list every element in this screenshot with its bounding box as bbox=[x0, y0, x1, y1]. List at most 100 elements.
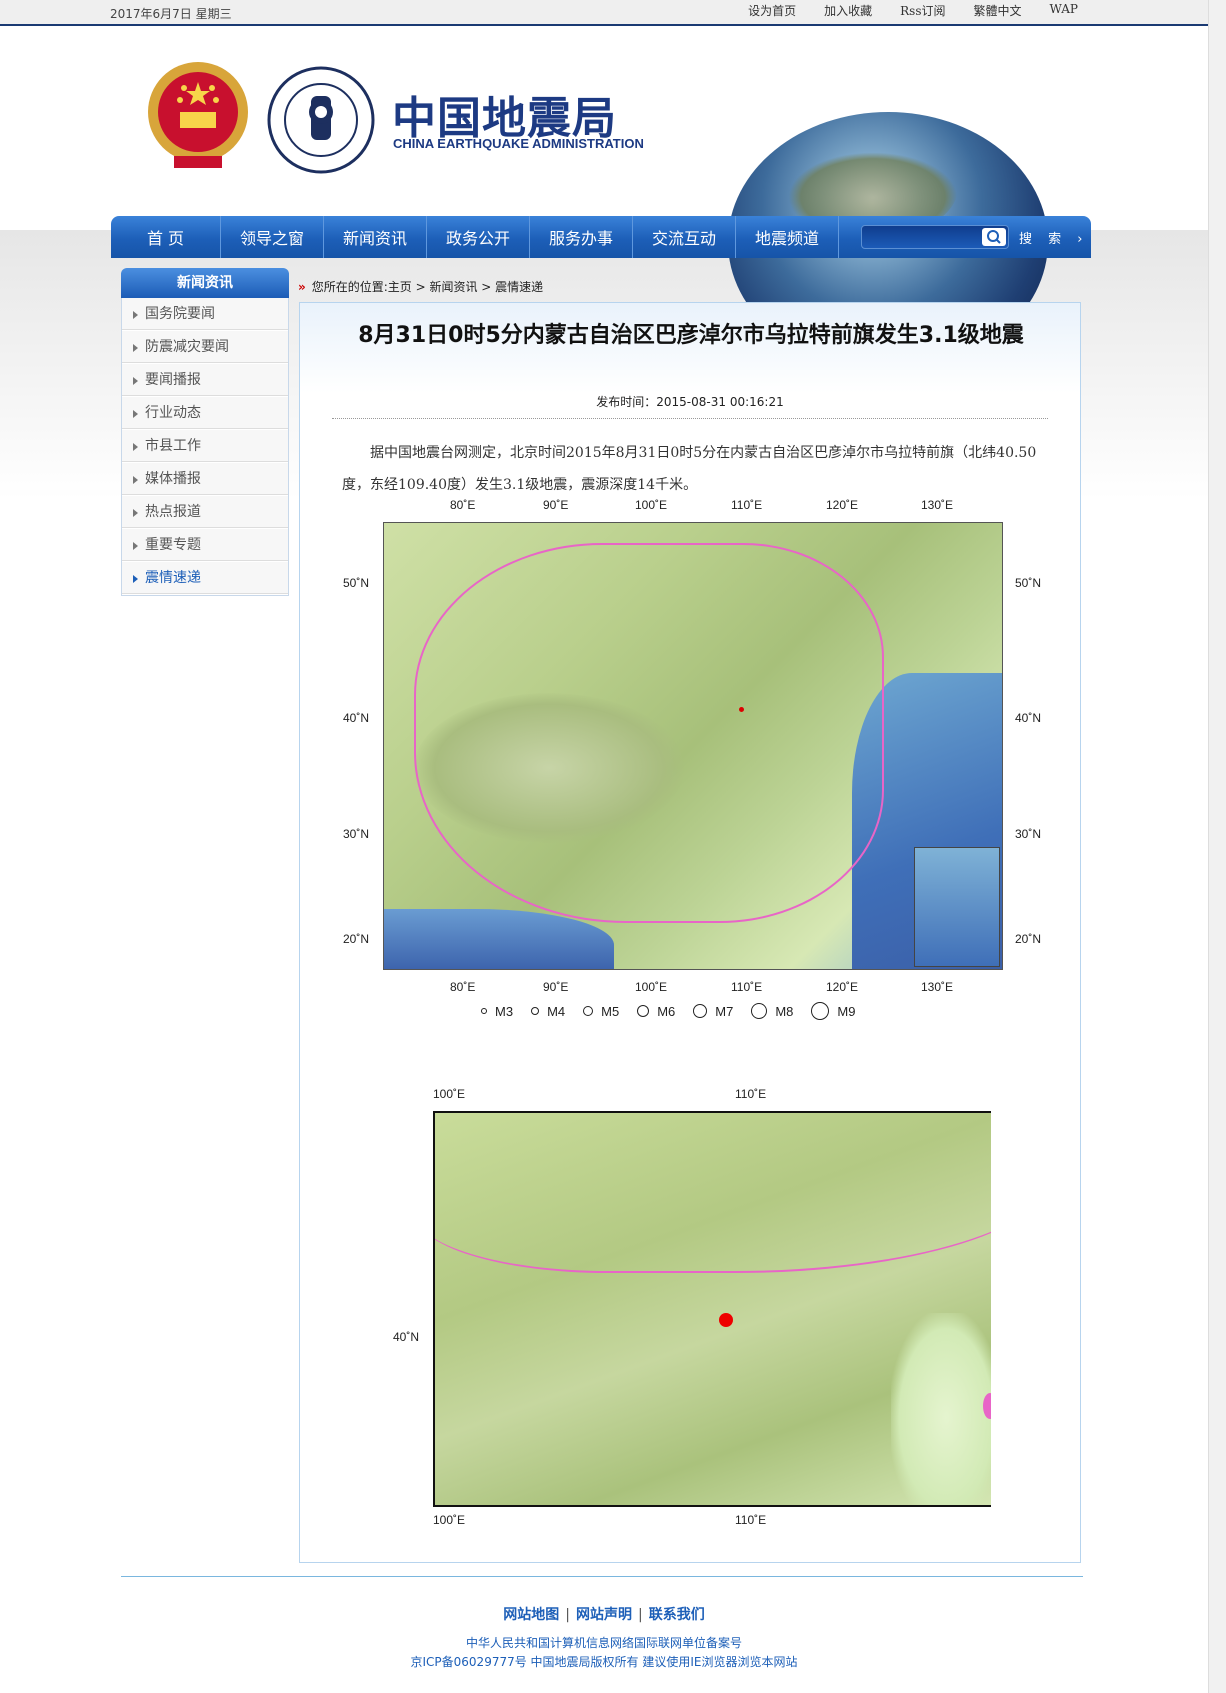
sidebar-item-media[interactable]: 媒体播报 bbox=[122, 463, 288, 496]
legend-label: M4 bbox=[547, 1003, 566, 1019]
map1-left-tick: 30˚N bbox=[343, 827, 370, 841]
footer-registration[interactable]: 中华人民共和国计算机信息网络国际联网单位备案号 bbox=[0, 1634, 1208, 1651]
legend-label: M3 bbox=[495, 1003, 514, 1019]
cea-seal bbox=[267, 66, 375, 174]
map2-top-tick: 110˚E bbox=[735, 1087, 767, 1101]
map1-right-tick: 30˚N bbox=[1015, 827, 1042, 841]
south-china-sea-inset bbox=[914, 847, 1000, 967]
map1-left-tick: 20˚N bbox=[343, 932, 370, 946]
map1-bottom-tick: 130˚E bbox=[921, 980, 954, 994]
boundary-marker bbox=[983, 1393, 991, 1419]
add-favorite-link[interactable]: 加入收藏 bbox=[824, 2, 872, 19]
legend-circle-icon bbox=[637, 1005, 650, 1017]
footer-separator: | bbox=[565, 1607, 570, 1623]
sidebar-item-hot-reports[interactable]: 热点报道 bbox=[122, 496, 288, 529]
breadcrumb-text[interactable]: 您所在的位置:主页 > 新闻资讯 > 震情速递 bbox=[312, 280, 543, 294]
map1-top-tick: 100˚E bbox=[635, 498, 668, 512]
legend-label: M8 bbox=[775, 1003, 794, 1019]
sidebar-item-topics[interactable]: 重要专题 bbox=[122, 529, 288, 562]
map1-top-tick: 110˚E bbox=[731, 498, 763, 512]
sidebar-item-industry[interactable]: 行业动态 bbox=[122, 397, 288, 430]
terrain-plain bbox=[891, 1313, 991, 1505]
legend-circle-icon bbox=[811, 1002, 830, 1020]
search-input[interactable] bbox=[861, 225, 1009, 249]
map1-bottom-tick: 120˚E bbox=[826, 980, 859, 994]
legend-circle-icon bbox=[693, 1004, 708, 1018]
breadcrumb-marker: » bbox=[298, 280, 306, 294]
map2-bottom-tick: 100˚E bbox=[433, 1513, 466, 1527]
sidebar-item-news-broadcast[interactable]: 要闻播报 bbox=[122, 364, 288, 397]
search-icon bbox=[987, 230, 1001, 244]
footer-statement-link[interactable]: 网站声明 bbox=[576, 1607, 632, 1623]
china-border bbox=[414, 543, 884, 923]
publish-time: 发布时间：2015-08-31 00:16:21 bbox=[596, 395, 784, 409]
sidebar-list: 国务院要闻 防震减灾要闻 要闻播报 行业动态 市县工作 媒体播报 热点报道 重要… bbox=[121, 298, 289, 596]
map1-frame bbox=[383, 522, 1003, 970]
legend-label: M7 bbox=[715, 1003, 734, 1019]
epicenter-marker bbox=[739, 707, 744, 712]
legend-circle-icon bbox=[531, 1007, 540, 1015]
footer-copyright: 京ICP备06029777号 中国地震局版权所有 建议使用IE浏览器浏览本网站 bbox=[410, 1655, 798, 1669]
map1-top-tick: 90˚E bbox=[543, 498, 569, 512]
map1-right-tick: 20˚N bbox=[1015, 932, 1042, 946]
top-links: 设为首页 加入收藏 Rss订阅 繁體中文 WAP bbox=[720, 2, 1078, 19]
footer-separator: | bbox=[638, 1607, 643, 1623]
sidebar-item-quake-express[interactable]: 震情速递 bbox=[122, 562, 288, 595]
map1-left-tick: 50˚N bbox=[343, 576, 370, 590]
sidebar-item-disaster-news[interactable]: 防震减灾要闻 bbox=[122, 331, 288, 364]
set-homepage-link[interactable]: 设为首页 bbox=[748, 2, 796, 19]
footer-links: 网站地图 | 网站声明 | 联系我们 bbox=[0, 1604, 1208, 1624]
map1-top-tick: 120˚E bbox=[826, 498, 859, 512]
legend-label: M9 bbox=[837, 1003, 856, 1019]
nav-leaders[interactable]: 领导之窗 bbox=[221, 216, 324, 258]
nav-services[interactable]: 服务办事 bbox=[530, 216, 633, 258]
divider bbox=[332, 418, 1048, 419]
footer-sitemap-link[interactable]: 网站地图 bbox=[503, 1607, 559, 1623]
map1-bottom-tick: 90˚E bbox=[543, 980, 569, 994]
search-button[interactable] bbox=[982, 228, 1006, 246]
sidebar-item-city-county[interactable]: 市县工作 bbox=[122, 430, 288, 463]
map1-bottom-tick: 110˚E bbox=[731, 980, 763, 994]
sidebar-item-state-council[interactable]: 国务院要闻 bbox=[122, 298, 288, 331]
magnitude-legend: M3 M4 M5 M6 M7 M8 M9 bbox=[481, 1002, 873, 1020]
rss-link[interactable]: Rss订阅 bbox=[900, 2, 945, 19]
top-bar: 2017年6月7日 星期三 设为首页 加入收藏 Rss订阅 繁體中文 WAP bbox=[0, 0, 1208, 26]
footer-contact-link[interactable]: 联系我们 bbox=[649, 1607, 705, 1623]
page-scrollbar[interactable] bbox=[1208, 0, 1226, 1693]
nav-news[interactable]: 新闻资讯 bbox=[324, 216, 427, 258]
china-overview-map: 80˚E 90˚E 100˚E 110˚E 120˚E 130˚E 50˚N 4… bbox=[343, 498, 1045, 1025]
logo-english: CHINA EARTHQUAKE ADMINISTRATION bbox=[393, 136, 644, 151]
epicenter-marker bbox=[719, 1313, 733, 1327]
article-title: 8月31日0时5分内蒙古自治区巴彦淖尔市乌拉特前旗发生3.1级地震 bbox=[358, 323, 1024, 348]
nav-earthquake-channel[interactable]: 地震频道 bbox=[736, 216, 839, 258]
wap-link[interactable]: WAP bbox=[1050, 2, 1078, 19]
traditional-chinese-link[interactable]: 繁體中文 bbox=[974, 2, 1022, 19]
nav-interaction[interactable]: 交流互动 bbox=[633, 216, 736, 258]
nav-home[interactable]: 首 页 bbox=[111, 216, 221, 258]
article-body: 据中国地震台网测定，北京时间2015年8月31日0时5分在内蒙古自治区巴彦淖尔市… bbox=[342, 445, 1037, 493]
map1-right-tick: 40˚N bbox=[1015, 711, 1042, 725]
legend-label: M5 bbox=[601, 1003, 620, 1019]
footer-divider bbox=[121, 1576, 1083, 1577]
map1-bottom-tick: 100˚E bbox=[635, 980, 668, 994]
map1-right-tick: 50˚N bbox=[1015, 576, 1042, 590]
search-label[interactable]: 搜 索 › bbox=[1019, 228, 1088, 247]
legend-circle-icon bbox=[751, 1003, 768, 1019]
map1-bottom-tick: 80˚E bbox=[450, 980, 476, 994]
map1-top-tick: 80˚E bbox=[450, 498, 476, 512]
map2-bottom-tick: 110˚E bbox=[735, 1513, 767, 1527]
map2-left-tick: 40˚N bbox=[393, 1330, 420, 1344]
map2-frame bbox=[433, 1111, 991, 1507]
current-date: 2017年6月7日 星期三 bbox=[110, 7, 232, 21]
legend-circle-icon bbox=[583, 1006, 594, 1016]
regional-zoom-map: 100˚E 110˚E 40˚N 100˚E 110˚E bbox=[393, 1085, 991, 1531]
legend-circle-icon bbox=[481, 1008, 487, 1014]
province-border bbox=[435, 1113, 991, 1273]
sidebar-title: 新闻资讯 bbox=[121, 268, 289, 298]
breadcrumb: » 您所在的位置:主页 > 新闻资讯 > 震情速递 bbox=[298, 278, 543, 295]
legend-label: M6 bbox=[657, 1003, 676, 1019]
map1-top-tick: 130˚E bbox=[921, 498, 954, 512]
map2-top-tick: 100˚E bbox=[433, 1087, 466, 1101]
main-nav: 首 页 领导之窗 新闻资讯 政务公开 服务办事 交流互动 地震频道 搜 索 › bbox=[111, 216, 1091, 258]
nav-gov-affairs[interactable]: 政务公开 bbox=[427, 216, 530, 258]
